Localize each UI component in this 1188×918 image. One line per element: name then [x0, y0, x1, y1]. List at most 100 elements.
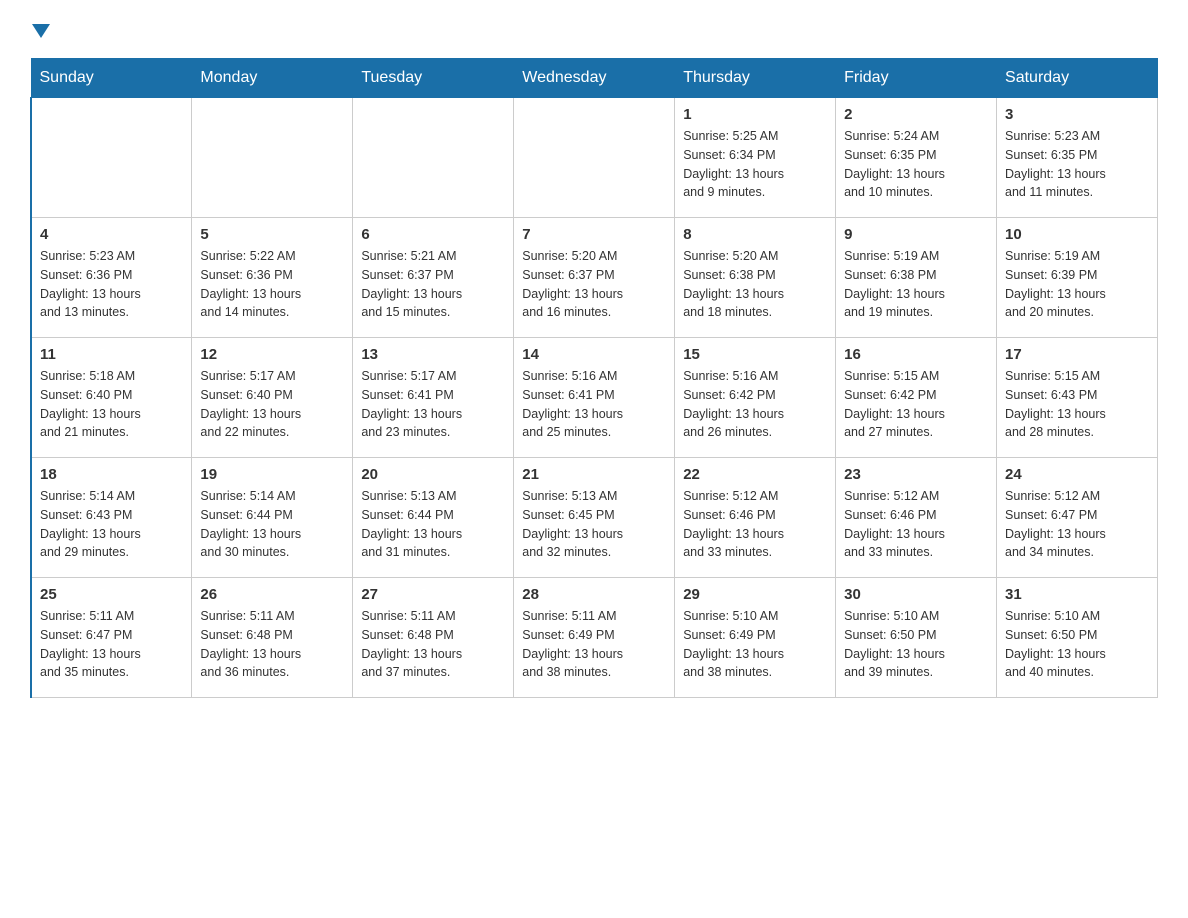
calendar-cell: 6 Sunrise: 5:21 AM Sunset: 6:37 PM Daylig…: [353, 218, 514, 338]
calendar-cell: [353, 98, 514, 218]
calendar-cell: 17Sunrise: 5:15 AM Sunset: 6:43 PM Dayli…: [997, 338, 1158, 458]
day-number: 27: [361, 586, 505, 603]
day-sun-info: Sunrise: 5:23 AM Sunset: 6:35 PM Dayligh…: [1005, 127, 1149, 202]
day-number: 30: [844, 586, 988, 603]
day-number: 1: [683, 106, 827, 123]
page-header: [30, 20, 1158, 38]
day-number: 31: [1005, 586, 1149, 603]
week-row-2: 4 Sunrise: 5:23 AM Sunset: 6:36 PM Daylig…: [31, 218, 1158, 338]
day-sun-info: Sunrise: 5:15 AM Sunset: 6:42 PM Dayligh…: [844, 367, 988, 442]
calendar-header: SundayMondayTuesdayWednesdayThursdayFrid…: [31, 59, 1158, 98]
day-sun-info: Sunrise: 5:13 AM Sunset: 6:45 PM Dayligh…: [522, 487, 666, 562]
day-sun-info: Sunrise: 5:24 AM Sunset: 6:35 PM Dayligh…: [844, 127, 988, 202]
calendar-cell: 15Sunrise: 5:16 AM Sunset: 6:42 PM Dayli…: [675, 338, 836, 458]
day-number: 22: [683, 466, 827, 483]
day-sun-info: Sunrise: 5:11 AM Sunset: 6:48 PM Dayligh…: [200, 607, 344, 682]
calendar-cell: 9Sunrise: 5:19 AM Sunset: 6:38 PM Daylig…: [836, 218, 997, 338]
day-sun-info: Sunrise: 5:19 AM Sunset: 6:39 PM Dayligh…: [1005, 247, 1149, 322]
calendar-cell: 14 Sunrise: 5:16 AM Sunset: 6:41 PM Dayli…: [514, 338, 675, 458]
day-number: 16: [844, 346, 988, 363]
calendar-cell: 11 Sunrise: 5:18 AM Sunset: 6:40 PM Dayli…: [31, 338, 192, 458]
day-number: 29: [683, 586, 827, 603]
calendar-cell: 28Sunrise: 5:11 AM Sunset: 6:49 PM Dayli…: [514, 578, 675, 698]
day-number: 23: [844, 466, 988, 483]
calendar-cell: 30 Sunrise: 5:10 AM Sunset: 6:50 PM Dayli…: [836, 578, 997, 698]
calendar-cell: 16 Sunrise: 5:15 AM Sunset: 6:42 PM Dayli…: [836, 338, 997, 458]
day-number: 28: [522, 586, 666, 603]
calendar-cell: 24Sunrise: 5:12 AM Sunset: 6:47 PM Dayli…: [997, 458, 1158, 578]
day-number: 11: [40, 346, 183, 363]
day-sun-info: Sunrise: 5:11 AM Sunset: 6:48 PM Dayligh…: [361, 607, 505, 682]
day-number: 8: [683, 226, 827, 243]
day-sun-info: Sunrise: 5:11 AM Sunset: 6:47 PM Dayligh…: [40, 607, 183, 682]
calendar-body: 1 Sunrise: 5:25 AM Sunset: 6:34 PM Daylig…: [31, 98, 1158, 698]
day-number: 13: [361, 346, 505, 363]
day-sun-info: Sunrise: 5:23 AM Sunset: 6:36 PM Dayligh…: [40, 247, 183, 322]
day-header-friday: Friday: [836, 59, 997, 98]
day-number: 6: [361, 226, 505, 243]
calendar-cell: [192, 98, 353, 218]
day-number: 14: [522, 346, 666, 363]
day-sun-info: Sunrise: 5:12 AM Sunset: 6:46 PM Dayligh…: [683, 487, 827, 562]
day-sun-info: Sunrise: 5:10 AM Sunset: 6:49 PM Dayligh…: [683, 607, 827, 682]
calendar-cell: 21 Sunrise: 5:13 AM Sunset: 6:45 PM Dayli…: [514, 458, 675, 578]
day-sun-info: Sunrise: 5:17 AM Sunset: 6:40 PM Dayligh…: [200, 367, 344, 442]
day-sun-info: Sunrise: 5:20 AM Sunset: 6:38 PM Dayligh…: [683, 247, 827, 322]
day-sun-info: Sunrise: 5:14 AM Sunset: 6:44 PM Dayligh…: [200, 487, 344, 562]
day-sun-info: Sunrise: 5:17 AM Sunset: 6:41 PM Dayligh…: [361, 367, 505, 442]
day-sun-info: Sunrise: 5:15 AM Sunset: 6:43 PM Dayligh…: [1005, 367, 1149, 442]
calendar-cell: 10Sunrise: 5:19 AM Sunset: 6:39 PM Dayli…: [997, 218, 1158, 338]
day-sun-info: Sunrise: 5:16 AM Sunset: 6:41 PM Dayligh…: [522, 367, 666, 442]
day-sun-info: Sunrise: 5:22 AM Sunset: 6:36 PM Dayligh…: [200, 247, 344, 322]
calendar-cell: 20 Sunrise: 5:13 AM Sunset: 6:44 PM Dayli…: [353, 458, 514, 578]
day-sun-info: Sunrise: 5:12 AM Sunset: 6:46 PM Dayligh…: [844, 487, 988, 562]
day-header-saturday: Saturday: [997, 59, 1158, 98]
calendar-cell: 13 Sunrise: 5:17 AM Sunset: 6:41 PM Dayli…: [353, 338, 514, 458]
calendar-cell: 18 Sunrise: 5:14 AM Sunset: 6:43 PM Dayli…: [31, 458, 192, 578]
day-sun-info: Sunrise: 5:25 AM Sunset: 6:34 PM Dayligh…: [683, 127, 827, 202]
calendar-cell: [514, 98, 675, 218]
week-row-1: 1 Sunrise: 5:25 AM Sunset: 6:34 PM Daylig…: [31, 98, 1158, 218]
calendar-cell: 19 Sunrise: 5:14 AM Sunset: 6:44 PM Dayli…: [192, 458, 353, 578]
day-number: 19: [200, 466, 344, 483]
calendar-cell: 27 Sunrise: 5:11 AM Sunset: 6:48 PM Dayli…: [353, 578, 514, 698]
logo-triangle-icon: [32, 24, 50, 38]
days-row: SundayMondayTuesdayWednesdayThursdayFrid…: [31, 59, 1158, 98]
calendar-cell: 22 Sunrise: 5:12 AM Sunset: 6:46 PM Dayli…: [675, 458, 836, 578]
day-sun-info: Sunrise: 5:21 AM Sunset: 6:37 PM Dayligh…: [361, 247, 505, 322]
calendar-cell: 23 Sunrise: 5:12 AM Sunset: 6:46 PM Dayli…: [836, 458, 997, 578]
calendar-cell: 25 Sunrise: 5:11 AM Sunset: 6:47 PM Dayli…: [31, 578, 192, 698]
day-number: 24: [1005, 466, 1149, 483]
day-sun-info: Sunrise: 5:18 AM Sunset: 6:40 PM Dayligh…: [40, 367, 183, 442]
week-row-4: 18 Sunrise: 5:14 AM Sunset: 6:43 PM Dayli…: [31, 458, 1158, 578]
logo: [30, 20, 50, 38]
calendar-cell: 2 Sunrise: 5:24 AM Sunset: 6:35 PM Daylig…: [836, 98, 997, 218]
day-number: 21: [522, 466, 666, 483]
day-number: 25: [40, 586, 183, 603]
day-sun-info: Sunrise: 5:16 AM Sunset: 6:42 PM Dayligh…: [683, 367, 827, 442]
day-number: 4: [40, 226, 183, 243]
day-header-monday: Monday: [192, 59, 353, 98]
calendar-table: SundayMondayTuesdayWednesdayThursdayFrid…: [30, 58, 1158, 698]
day-header-thursday: Thursday: [675, 59, 836, 98]
day-number: 7: [522, 226, 666, 243]
day-sun-info: Sunrise: 5:19 AM Sunset: 6:38 PM Dayligh…: [844, 247, 988, 322]
day-header-sunday: Sunday: [31, 59, 192, 98]
calendar-cell: 31Sunrise: 5:10 AM Sunset: 6:50 PM Dayli…: [997, 578, 1158, 698]
day-number: 2: [844, 106, 988, 123]
calendar-cell: 29 Sunrise: 5:10 AM Sunset: 6:49 PM Dayli…: [675, 578, 836, 698]
calendar-cell: 4 Sunrise: 5:23 AM Sunset: 6:36 PM Daylig…: [31, 218, 192, 338]
day-sun-info: Sunrise: 5:14 AM Sunset: 6:43 PM Dayligh…: [40, 487, 183, 562]
day-header-wednesday: Wednesday: [514, 59, 675, 98]
day-number: 3: [1005, 106, 1149, 123]
day-number: 20: [361, 466, 505, 483]
day-sun-info: Sunrise: 5:20 AM Sunset: 6:37 PM Dayligh…: [522, 247, 666, 322]
day-sun-info: Sunrise: 5:13 AM Sunset: 6:44 PM Dayligh…: [361, 487, 505, 562]
day-sun-info: Sunrise: 5:10 AM Sunset: 6:50 PM Dayligh…: [844, 607, 988, 682]
calendar-cell: 1 Sunrise: 5:25 AM Sunset: 6:34 PM Daylig…: [675, 98, 836, 218]
day-number: 18: [40, 466, 183, 483]
day-header-tuesday: Tuesday: [353, 59, 514, 98]
calendar-cell: 26 Sunrise: 5:11 AM Sunset: 6:48 PM Dayli…: [192, 578, 353, 698]
day-number: 26: [200, 586, 344, 603]
day-number: 5: [200, 226, 344, 243]
